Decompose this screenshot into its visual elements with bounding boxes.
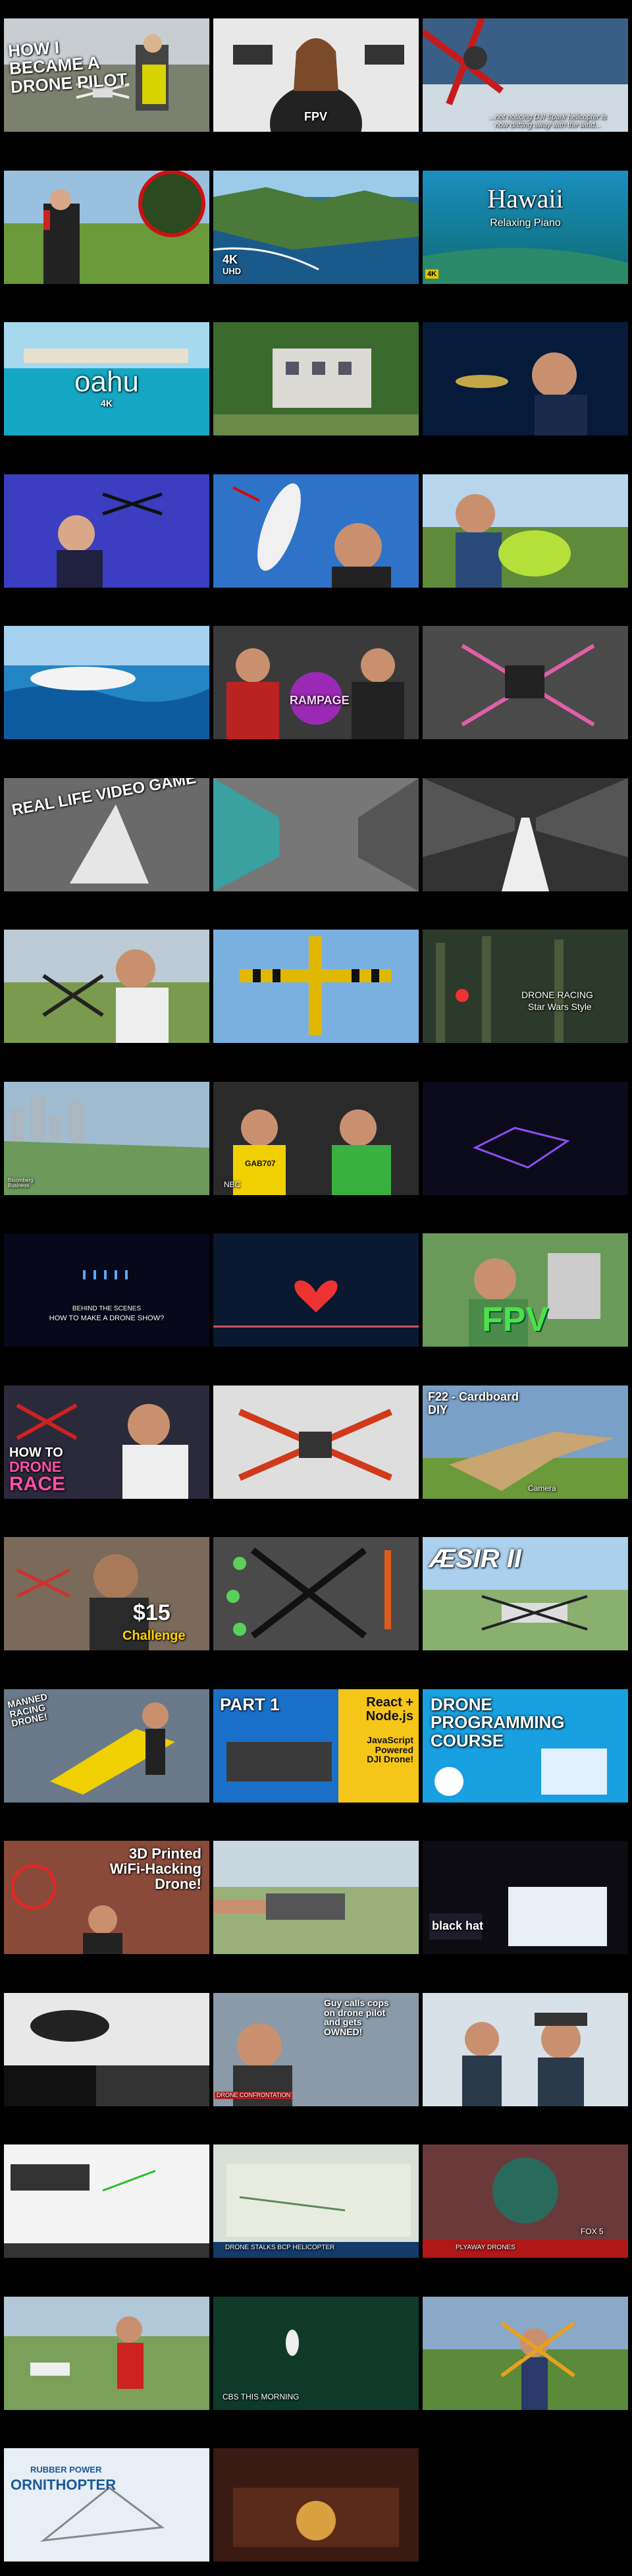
thumbnail-caption: ...not noticing DJI Spark helicopter is … — [488, 113, 607, 129]
video-thumbnail-fpv-girl[interactable]: FPV — [213, 18, 419, 132]
thumbnail-title: FPV — [304, 110, 328, 123]
thumbnail-title: HOW TO MAKE A DRONE SHOW? — [49, 1314, 165, 1322]
video-thumbnail-manned-racing-drone[interactable]: MANNED RACING DRONE! — [4, 1689, 209, 1803]
thumbnail-subtitle: Relaxing Piano — [490, 217, 561, 229]
thumbnail-label: Camera — [528, 1484, 556, 1493]
video-thumbnail-coast-4k[interactable]: 4K UHD — [213, 171, 419, 284]
thumbnail-4k-badge: 4K — [425, 269, 439, 279]
thumbnail-subtitle: JavaScript Powered DJI Drone! — [367, 1735, 413, 1765]
video-thumbnail-cbs-this-morning[interactable]: CBS THIS MORNING — [213, 2297, 419, 2410]
thumbnail-network: NBC — [224, 1180, 241, 1189]
video-thumbnail-man-holding-drone[interactable] — [423, 2297, 628, 2410]
video-thumbnail-bloomberg-city[interactable]: Bloomberg Business — [4, 1082, 209, 1195]
video-thumbnail-field-drone[interactable] — [4, 930, 209, 1043]
video-thumbnail-black-hat[interactable]: black hat — [423, 1841, 628, 1954]
video-thumbnail-drone-confrontation[interactable]: Guy calls cops on drone pilot and gets O… — [213, 1993, 419, 2106]
video-thumbnail-tunnel-fpv[interactable] — [423, 778, 628, 891]
thumbnail-banner: DRONE CONFRONTATION — [215, 2092, 293, 2100]
thumbnail-4k-label: 4K — [223, 253, 238, 266]
video-thumbnail-ornithopter[interactable]: RUBBER POWER ORNITHOPTER — [4, 2448, 209, 2562]
thumbnail-title: RAMPAGE — [290, 694, 350, 707]
thumbnail-jersey: GAB707 — [245, 1159, 276, 1168]
thumbnail-title: Hawaii — [487, 184, 564, 213]
thumbnail-title: F22 - Cardboard — [428, 1390, 519, 1403]
video-thumbnail-purple-drone[interactable] — [4, 474, 209, 588]
thumbnail-title: ORNITHOPTER — [11, 2477, 117, 2493]
thumbnail-uhd-label: UHD — [223, 266, 242, 276]
video-thumbnail-ocean-drone[interactable] — [4, 626, 209, 739]
video-thumbnail-theater-stage[interactable] — [213, 2448, 419, 2562]
video-thumbnail-oahu[interactable]: oahu 4K — [4, 322, 209, 435]
thumbnail-part: PART 1 — [220, 1694, 280, 1714]
thumbnail-title: DRONE RACING — [521, 990, 593, 1000]
thumbnail-title: Challenge — [122, 1629, 186, 1643]
video-thumbnail-girl-drone[interactable] — [4, 171, 209, 284]
thumbnail-subtitle: Star Wars Style — [528, 1001, 592, 1012]
thumbnail-title: black hat — [432, 1919, 484, 1932]
video-thumbnail-neon-drone[interactable] — [423, 1082, 628, 1195]
thumbnail-4k-label: 4K — [101, 398, 113, 408]
video-thumbnail-sheriffs[interactable] — [423, 1993, 628, 2106]
video-thumbnail-hand-drone[interactable] — [423, 322, 628, 435]
video-thumbnail-pink-quad[interactable] — [423, 626, 628, 739]
thumbnail-title: DRONE PROGRAMMING COURSE — [431, 1694, 565, 1750]
thumbnail-title-2: DRONE — [9, 1459, 62, 1475]
video-thumbnail-real-life-video-game[interactable]: REAL LIFE VIDEO GAME — [4, 778, 209, 891]
thumbnail-banner: DRONE STALKS BCP HELICOPTER — [225, 2244, 335, 2251]
video-thumbnail-hand-drone-outdoors[interactable] — [213, 1841, 419, 1954]
thumbnail-subtitle: DIY — [428, 1403, 448, 1416]
video-thumbnail-star-wars-racing[interactable]: DRONE RACING Star Wars Style — [423, 930, 628, 1043]
video-thumbnail-red-quad[interactable] — [213, 1386, 419, 1499]
video-thumbnail-drone-stalks-helicopter[interactable]: DRONE STALKS BCP HELICOPTER — [213, 2144, 419, 2258]
thumbnail-title: ÆSIR II — [429, 1544, 522, 1573]
video-thumbnail-striped-plane[interactable] — [213, 930, 419, 1043]
video-thumbnail-white-drone[interactable] — [213, 474, 419, 588]
video-thumbnail-drone-parts[interactable] — [213, 1537, 419, 1650]
thumbnail-caption: RUBBER POWER — [30, 2465, 102, 2475]
video-thumbnail-mansion[interactable] — [213, 322, 419, 435]
video-thumbnail-15-challenge[interactable]: $15 Challenge — [4, 1537, 209, 1650]
video-thumbnail-drone-programming-course[interactable]: DRONE PROGRAMMING COURSE — [423, 1689, 628, 1803]
video-thumbnail-green-drone[interactable] — [423, 474, 628, 588]
video-thumbnail-how-to-drone-race[interactable]: HOW TO DRONE RACE — [4, 1386, 209, 1499]
thumbnail-caption: BEHIND THE SCENES — [72, 1305, 142, 1312]
thumbnail-title-3: RACE — [9, 1473, 66, 1495]
thumbnail-title: oahu — [74, 366, 139, 398]
thumbnail-title: Guy calls cops on drone pilot and gets O… — [324, 1998, 389, 2038]
video-thumbnail-park-drones[interactable] — [4, 2297, 209, 2410]
video-thumbnail-3d-printed-wifi-hacking[interactable]: 3D Printed WiFi-Hacking Drone! — [4, 1841, 209, 1954]
video-thumbnail-heart-bridge[interactable] — [213, 1233, 419, 1347]
video-thumbnail-nbc-racers[interactable]: GAB707 NBC — [213, 1082, 419, 1195]
video-thumbnail-graffiti-warehouse[interactable] — [213, 778, 419, 891]
thumbnail-network: CBS THIS MORNING — [223, 2392, 300, 2401]
video-thumbnail-dji-spark[interactable]: ...not noticing DJI Spark helicopter is … — [423, 18, 628, 132]
video-thumbnail-part-1-react[interactable]: PART 1 React + Node.js JavaScript Powere… — [213, 1689, 419, 1803]
video-thumbnail-aesir-ii[interactable]: ÆSIR II — [423, 1537, 628, 1650]
video-thumbnail-grid: HOW I BECAME A DRONE PILOT FPV ...not no… — [0, 0, 632, 2576]
thumbnail-banner: PLYAWAY DRONES — [456, 2244, 515, 2251]
thumbnail-title: HOW TO — [9, 1445, 63, 1460]
video-thumbnail-drone-show[interactable]: BEHIND THE SCENES HOW TO MAKE A DRONE SH… — [4, 1233, 209, 1347]
thumbnail-source: Bloomberg Business — [8, 1177, 34, 1189]
video-thumbnail-city-of-tucson[interactable] — [4, 2144, 209, 2258]
thumbnail-title: 3D Printed WiFi-Hacking Drone! — [109, 1845, 201, 1893]
thumbnail-network: FOX 5 — [581, 2227, 604, 2236]
video-thumbnail-hawaii[interactable]: Hawaii Relaxing Piano 4K — [423, 171, 628, 284]
video-thumbnail-ar-drone-website[interactable] — [4, 1993, 209, 2106]
video-thumbnail-fpv-guy[interactable]: FPV — [423, 1233, 628, 1347]
video-thumbnail-rampage[interactable]: RAMPAGE — [213, 626, 419, 739]
thumbnail-title: React + Node.js — [365, 1695, 413, 1723]
video-thumbnail-fox5-flyaway[interactable]: FOX 5 PLYAWAY DRONES — [423, 2144, 628, 2258]
thumbnail-title: FPV — [482, 1301, 549, 1339]
thumbnail-title: HOW I BECAME A DRONE PILOT — [7, 37, 128, 97]
video-thumbnail-drone-pilot[interactable]: HOW I BECAME A DRONE PILOT — [4, 18, 209, 132]
video-thumbnail-f22-cardboard[interactable]: F22 - Cardboard DIY Camera — [423, 1386, 628, 1499]
thumbnail-price: $15 — [133, 1600, 171, 1625]
